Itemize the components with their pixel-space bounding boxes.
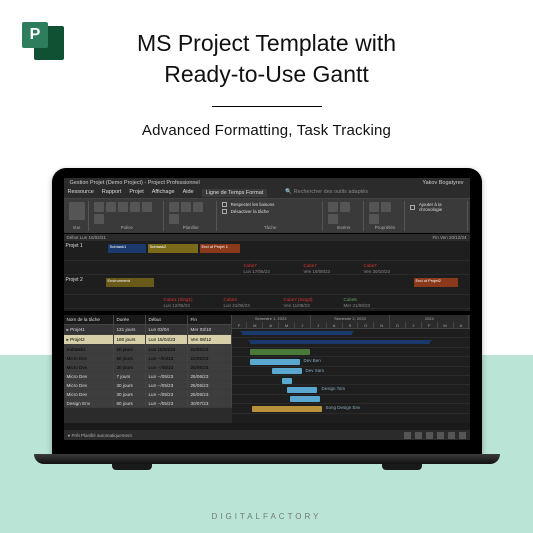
gantt-bar[interactable]: [272, 368, 302, 374]
timeline-text: Cube7: [304, 263, 317, 268]
ribbon-button[interactable]: [94, 202, 104, 212]
gantt-chart[interactable]: Semestre 1, 2023Semestre 2, 20232024FMAM…: [232, 315, 470, 423]
timeline-row-p1: Projet 1 Subtask1Subtask2End of Projet 1: [64, 241, 470, 261]
column-header[interactable]: Nom de la tâche: [64, 315, 114, 324]
ribbon-group[interactable]: Vue: [66, 201, 89, 231]
ribbon-tab[interactable]: Projet: [129, 189, 143, 197]
gantt-bar[interactable]: [282, 378, 292, 384]
timeline-text: Ven 11/08/23: [284, 303, 310, 308]
ribbon-button[interactable]: [381, 202, 391, 212]
ribbon-button[interactable]: [369, 214, 379, 224]
table-row[interactable]: Subtask160 joursLun 15/04/2322/06/23: [64, 345, 232, 354]
ribbon-button[interactable]: [69, 202, 85, 220]
ribbon-button[interactable]: [106, 202, 116, 212]
table-row[interactable]: Micro Dev30 joursLun --/05/2325/06/23: [64, 390, 232, 399]
table-row[interactable]: ▸ Projet2180 joursLun 15/04/23Ven 08/12: [64, 335, 232, 345]
gantt-bar[interactable]: [250, 359, 300, 365]
table-row[interactable]: ▸ Projet1131 joursLun 03/04Mer 03/10: [64, 325, 232, 335]
gantt-bar[interactable]: [250, 349, 310, 355]
brand-label: DIGITALFACTORY: [0, 512, 533, 521]
ribbon-tab[interactable]: Affichage: [152, 189, 175, 197]
promo-heading: MS Project Template with Ready-to-Use Ga…: [0, 28, 533, 90]
ribbon-tab[interactable]: Ressource: [68, 189, 94, 197]
timeline-bar[interactable]: Subtask1: [108, 244, 146, 253]
status-icon[interactable]: [426, 432, 433, 439]
ribbon-button[interactable]: [169, 202, 179, 212]
gantt-bar[interactable]: [290, 396, 320, 402]
timeline-text: Cube5: [344, 297, 357, 302]
ribbon-tabs[interactable]: Ressource Rapport Projet Affichage Aide Ligne…: [64, 188, 470, 199]
timeline-text: Mer 21/08/23: [344, 303, 371, 308]
ribbon-button[interactable]: [369, 202, 379, 212]
timeline-text: Cube1 (Sing1): [164, 297, 193, 302]
ribbon-button[interactable]: [181, 202, 191, 212]
timeline-text: Ven 20/10/23: [364, 269, 391, 274]
timeline-text: Lun 12/06/23: [164, 303, 190, 308]
timeline-text: Ven 19/08/23: [304, 269, 331, 274]
statusbar: ● Prêt Planifié automatiquement: [64, 430, 470, 440]
ribbon-button[interactable]: [130, 202, 140, 212]
gantt-label: Design Tom: [322, 386, 346, 391]
divider: [212, 106, 322, 107]
search-hint[interactable]: 🔍 Rechercher des outils adaptés: [285, 189, 368, 197]
timeline-text: Cube7: [244, 263, 257, 268]
ribbon-button[interactable]: [328, 202, 338, 212]
ribbon-group[interactable]: Propriétés: [366, 201, 405, 231]
ribbon-button[interactable]: [94, 214, 104, 224]
gantt-bar[interactable]: [287, 387, 317, 393]
ribbon-button[interactable]: [169, 214, 179, 224]
titlebar: Gestion Projet (Demo Project) - Project …: [64, 178, 470, 188]
ribbon-button[interactable]: [193, 202, 203, 212]
timeline-bar[interactable]: Environment: [106, 278, 154, 287]
table-row[interactable]: Micro Dev7 joursLun --/05/2325/06/23: [64, 372, 232, 381]
gantt-label: Dev Sam: [306, 368, 325, 373]
status-icon[interactable]: [459, 432, 466, 439]
timeline-text: Cube3: [224, 297, 237, 302]
gantt-bar[interactable]: [250, 340, 430, 344]
ribbon-tab[interactable]: Ligne de Temps Format: [202, 189, 268, 197]
ribbon-group[interactable]: Respecter les liaisons Désactiver la tâc…: [219, 201, 323, 231]
gantt-bar[interactable]: [242, 331, 352, 335]
task-grid[interactable]: Nom de la tâcheDuréeDébutFin ▸ Projet113…: [64, 315, 232, 423]
laptop-mock: Gestion Projet (Demo Project) - Project …: [52, 168, 482, 470]
add-to-timeline[interactable]: Ajouter à la chronologie: [410, 202, 463, 212]
timeline-panel[interactable]: Début Lun 15/02/21 Fin Ven 20/12/24 Proj…: [64, 233, 470, 311]
ribbon-button[interactable]: [118, 202, 128, 212]
timeline-text: Lun 17/06/23: [244, 269, 270, 274]
status-icon[interactable]: [437, 432, 444, 439]
column-header[interactable]: Durée: [114, 315, 146, 324]
table-row[interactable]: Design Env60 joursLun --/05/2330/07/23: [64, 399, 232, 408]
app-screen: Gestion Projet (Demo Project) - Project …: [64, 178, 470, 440]
timeline-bar[interactable]: End of Projet2: [414, 278, 458, 287]
timeline-text: Cube7 (Sing3): [284, 297, 313, 302]
timeline-bar[interactable]: Subtask2: [148, 244, 198, 253]
ribbon-group[interactable]: Police: [91, 201, 164, 231]
table-row[interactable]: Micro Dev30 joursLun --/05/2325/06/23: [64, 363, 232, 372]
column-header[interactable]: Début: [146, 315, 188, 324]
timeline-text: Lun 21/06/23: [224, 303, 250, 308]
column-header[interactable]: Fin: [188, 315, 232, 324]
status-icon[interactable]: [448, 432, 455, 439]
table-row[interactable]: Micro Dev50 joursLun --/04/2322/06/23: [64, 354, 232, 363]
ribbon-tab[interactable]: Aide: [183, 189, 194, 197]
ribbon-group[interactable]: Insérer: [325, 201, 364, 231]
gantt-label: Song Design Env: [326, 405, 361, 410]
table-row[interactable]: Micro Dev30 joursLun --/05/2325/06/23: [64, 381, 232, 390]
gantt-label: Dev Ben: [304, 358, 321, 363]
ribbon[interactable]: VuePolicePlanifier Respecter les liaison…: [64, 199, 470, 233]
ribbon-button[interactable]: [328, 214, 338, 224]
gantt-bar[interactable]: [252, 406, 322, 412]
timeline-text: Cube7: [364, 263, 377, 268]
status-icon[interactable]: [404, 432, 411, 439]
timeline-row-p2: Projet 2 EnvironmentEnd of Projet2: [64, 275, 470, 295]
ribbon-tab[interactable]: Rapport: [102, 189, 122, 197]
ribbon-button[interactable]: [340, 202, 350, 212]
ribbon-group[interactable]: Planifier: [166, 201, 217, 231]
ribbon-button[interactable]: [142, 202, 152, 212]
timeline-bar[interactable]: End of Projet 1: [200, 244, 240, 253]
status-icon[interactable]: [415, 432, 422, 439]
promo-subheading: Advanced Formatting, Task Tracking: [0, 122, 533, 139]
